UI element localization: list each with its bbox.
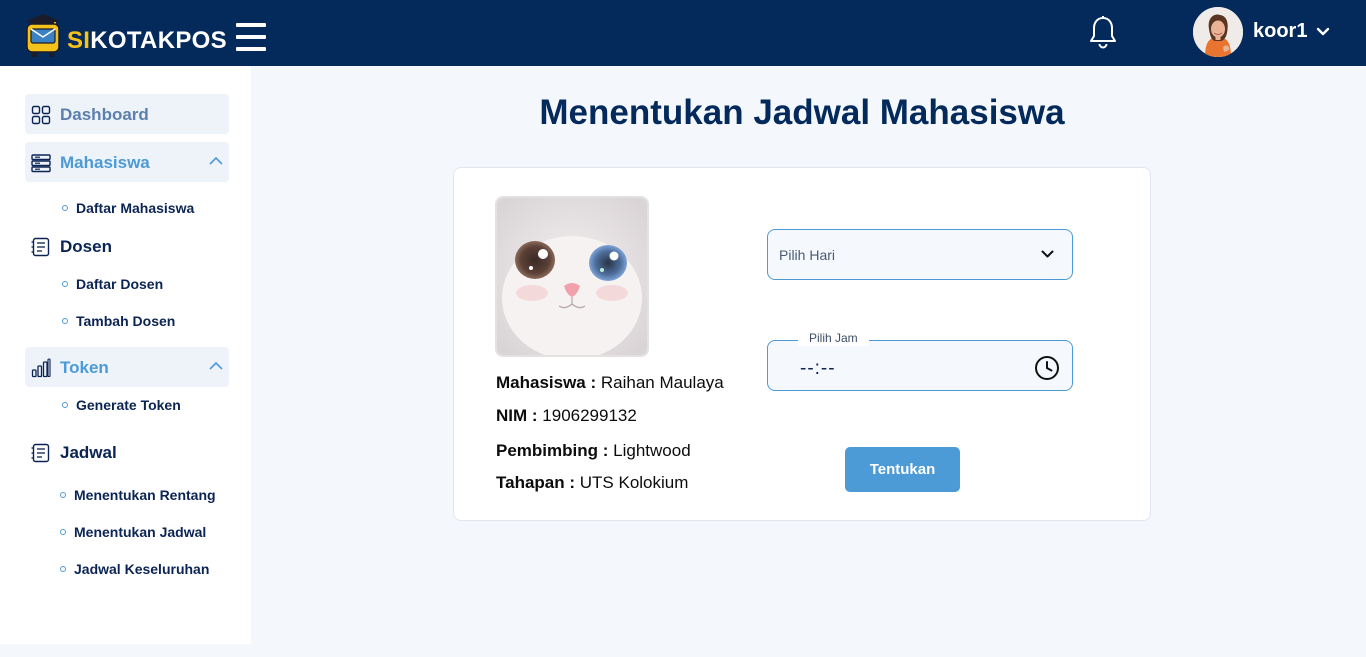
time-input-label: Pilih Jam (798, 330, 869, 346)
server-stack-icon (31, 154, 51, 173)
sidebar-item-label: Token (60, 358, 109, 377)
sidebar-item-token[interactable]: Token (25, 347, 229, 387)
bullet-icon (62, 318, 68, 325)
page-title: Menentukan Jadwal Mahasiswa (539, 93, 1065, 132)
notification-bell-icon[interactable] (1088, 15, 1118, 49)
sidebar-subitem-generate-token[interactable]: Generate Token (62, 396, 181, 414)
sidebar-subitem-daftar-dosen[interactable]: Daftar Dosen (62, 275, 163, 293)
grid-icon (31, 105, 51, 125)
sidebar-subitem-tambah-dosen[interactable]: Tambah Dosen (62, 312, 175, 330)
sidebar-item-label: Dosen (60, 237, 112, 256)
bullet-icon (62, 205, 68, 212)
sidebar-item-label: Mahasiswa (60, 153, 150, 172)
student-name-row: Mahasiswa : Raihan Maulaya (496, 373, 724, 392)
document-list-icon (31, 237, 50, 257)
sidebar-item-mahasiswa[interactable]: Mahasiswa (25, 142, 229, 182)
day-select-placeholder: Pilih Hari (779, 247, 836, 263)
chevron-up-icon (209, 361, 223, 370)
submit-button[interactable]: Tentukan (845, 447, 960, 492)
chevron-down-icon[interactable] (1316, 27, 1330, 37)
brand-name: SIKOTAKPOS (67, 27, 227, 54)
bullet-icon (60, 566, 66, 573)
sidebar-subitem-menentukan-rentang[interactable]: Menentukan Rentang (60, 486, 216, 504)
top-bar: SIKOTAKPOS koor1 (0, 0, 1366, 66)
chevron-up-icon (209, 156, 223, 165)
sidebar-item-label: Jadwal (60, 443, 117, 462)
menu-toggle-icon[interactable] (236, 23, 266, 51)
username[interactable]: koor1 (1253, 20, 1307, 42)
bar-chart-icon (31, 358, 51, 378)
document-list-icon (31, 443, 50, 463)
day-select[interactable]: Pilih Hari (767, 229, 1073, 280)
bullet-icon (62, 402, 68, 409)
bullet-icon (60, 492, 66, 499)
avatar[interactable] (1193, 7, 1243, 57)
clock-icon[interactable] (1034, 355, 1060, 381)
sidebar-item-dosen[interactable]: Dosen (25, 226, 229, 266)
bullet-icon (62, 281, 68, 288)
sidebar: Dashboard Mahasiswa Daftar Mahasiswa Dos… (0, 66, 251, 644)
sidebar-subitem-menentukan-jadwal[interactable]: Menentukan Jadwal (60, 523, 206, 541)
sidebar-subitem-jadwal-keseluruhan[interactable]: Jadwal Keseluruhan (60, 560, 209, 578)
student-advisor-row: Pembimbing : Lightwood (496, 441, 691, 460)
student-nim-row: NIM : 1906299132 (496, 406, 637, 425)
sidebar-subitem-daftar-mahasiswa[interactable]: Daftar Mahasiswa (62, 199, 194, 217)
sidebar-item-label: Dashboard (60, 105, 149, 124)
sidebar-item-dashboard[interactable]: Dashboard (25, 94, 229, 134)
chevron-down-icon (1041, 250, 1054, 258)
bullet-icon (60, 529, 66, 536)
time-input-value[interactable]: --:-- (800, 358, 836, 380)
student-photo (495, 196, 649, 357)
bus-logo-icon (26, 14, 60, 57)
student-stage-row: Tahapan : UTS Kolokium (496, 473, 689, 492)
sidebar-item-jadwal[interactable]: Jadwal (25, 432, 229, 472)
